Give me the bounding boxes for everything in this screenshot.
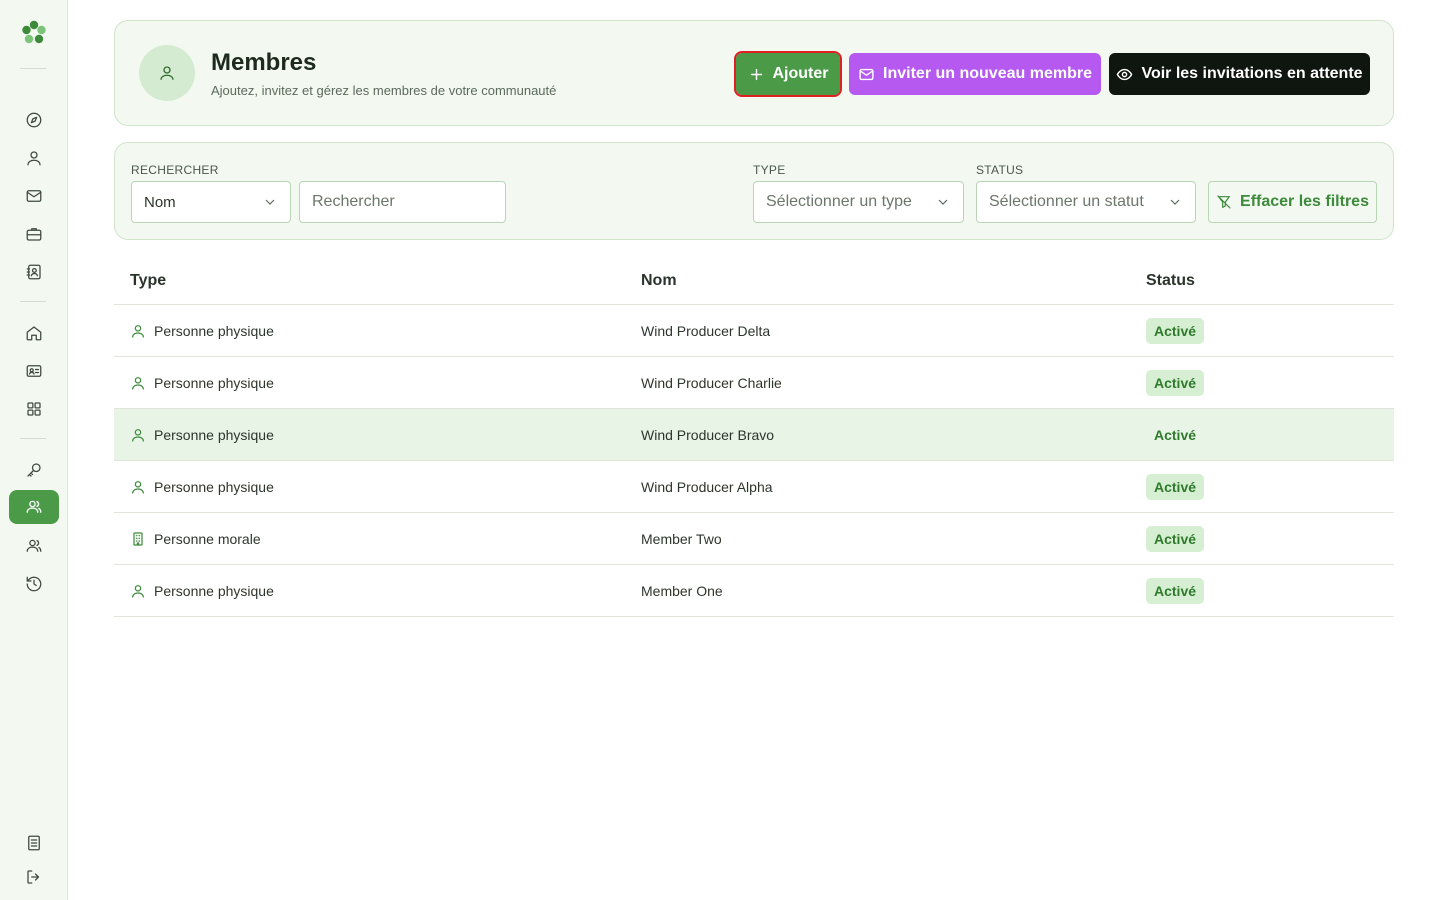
sidebar-item-members[interactable] <box>9 490 59 524</box>
type-label: TYPE <box>753 163 786 177</box>
cell-type: Personne physique <box>130 357 274 408</box>
cell-status: Activé <box>1146 357 1205 408</box>
type-select-placeholder: Sélectionner un type <box>766 193 912 210</box>
cell-name: Wind Producer Bravo <box>641 426 775 443</box>
table-row[interactable]: Personne physique Wind Producer Alpha Ac… <box>114 461 1394 513</box>
status-badge: Activé <box>1154 426 1197 443</box>
search-input[interactable]: Rechercher <box>299 181 506 223</box>
eye-icon <box>1117 68 1133 80</box>
mail-icon[interactable] <box>23 185 45 207</box>
type-text: Personne physique <box>154 426 274 443</box>
table-row[interactable]: Personne physique Wind Producer Charlie … <box>114 357 1394 409</box>
cell-name: Member Two <box>641 530 722 547</box>
history-icon[interactable] <box>23 573 45 595</box>
chevron-down-icon <box>1170 199 1180 205</box>
type-text: Personne physique <box>154 582 274 599</box>
invite-member-label: Inviter un nouveau membre <box>883 65 1092 82</box>
cell-name: Member One <box>641 582 723 599</box>
page-title: Membres <box>211 49 317 76</box>
home-icon[interactable] <box>23 322 45 344</box>
add-button-label: Ajouter <box>772 65 829 82</box>
cell-status: Activé <box>1146 513 1205 564</box>
cell-type: Personne physique <box>130 565 274 616</box>
status-badge: Activé <box>1146 317 1205 344</box>
search-field-value: Nom <box>144 193 176 211</box>
briefcase-icon[interactable] <box>23 223 45 245</box>
status-badge: Activé <box>1146 525 1205 552</box>
document-icon[interactable] <box>23 832 45 854</box>
view-pending-invitations-label: Voir les invitations en attente <box>1141 65 1363 82</box>
type-text: Personne morale <box>154 530 261 547</box>
search-field-select[interactable]: Nom <box>131 181 291 223</box>
plus-icon <box>750 68 762 80</box>
type-text: Personne physique <box>154 478 274 495</box>
invite-member-button[interactable]: Inviter un nouveau membre <box>849 53 1101 95</box>
sidebar <box>0 0 68 900</box>
cell-name: Wind Producer Charlie <box>641 374 782 391</box>
cell-status: Activé <box>1146 565 1205 616</box>
sidebar-divider <box>20 301 46 302</box>
user-icon <box>132 324 144 338</box>
sidebar-divider <box>20 68 46 69</box>
cell-type: Personne physique <box>130 305 274 356</box>
page-subtitle: Ajoutez, invitez et gérez les membres de… <box>211 83 557 98</box>
user-icon <box>132 376 144 390</box>
cell-status: Activé <box>1146 409 1204 460</box>
column-header-name[interactable]: Nom <box>641 272 677 290</box>
search-input-placeholder: Rechercher <box>312 193 395 210</box>
user-icon <box>160 66 174 80</box>
cell-type: Personne morale <box>130 513 261 564</box>
view-pending-invitations-button[interactable]: Voir les invitations en attente <box>1109 53 1370 95</box>
filter-clear-icon <box>1217 195 1231 209</box>
clear-filters-button[interactable]: Effacer les filtres <box>1208 181 1377 223</box>
table-row[interactable]: Personne morale Member Two Activé <box>114 513 1394 565</box>
type-select[interactable]: Sélectionner un type <box>753 181 964 223</box>
building-icon <box>133 531 143 546</box>
cell-name: Wind Producer Alpha <box>641 478 773 495</box>
user-icon <box>132 428 144 442</box>
table-row[interactable]: Personne physique Wind Producer Bravo Ac… <box>114 409 1394 461</box>
chevron-down-icon <box>265 199 275 205</box>
status-badge: Activé <box>1146 369 1205 396</box>
chevron-down-icon <box>938 199 948 205</box>
grid-icon[interactable] <box>23 398 45 420</box>
column-header-type[interactable]: Type <box>130 272 166 290</box>
status-badge: Activé <box>1146 473 1205 500</box>
table-row[interactable]: Personne physique Member One Activé <box>114 565 1394 617</box>
cell-type: Personne physique <box>130 409 274 460</box>
cell-status: Activé <box>1146 461 1205 512</box>
user-icon <box>132 584 144 598</box>
avatar <box>139 45 195 101</box>
cell-status: Activé <box>1146 305 1205 356</box>
column-header-status[interactable]: Status <box>1146 272 1195 290</box>
status-select-placeholder: Sélectionner un statut <box>989 193 1144 210</box>
status-select[interactable]: Sélectionner un statut <box>976 181 1196 223</box>
status-badge: Activé <box>1146 577 1205 604</box>
user-icon[interactable] <box>23 147 45 169</box>
add-button[interactable]: Ajouter <box>734 51 842 97</box>
table-row[interactable]: Personne physique Wind Producer Delta Ac… <box>114 305 1394 357</box>
members-table: Type Nom Status Personne physique Wind P… <box>114 256 1394 617</box>
contact-book-icon[interactable] <box>23 261 45 283</box>
cell-type: Personne physique <box>130 461 274 512</box>
clear-filters-label: Effacer les filtres <box>1240 193 1369 210</box>
type-text: Personne physique <box>154 374 274 391</box>
id-card-icon[interactable] <box>23 360 45 382</box>
key-icon[interactable] <box>23 459 45 481</box>
status-label: STATUS <box>976 163 1024 177</box>
logout-icon[interactable] <box>23 866 45 888</box>
sidebar-divider <box>20 438 46 439</box>
compass-icon[interactable] <box>23 109 45 131</box>
user-icon <box>132 480 144 494</box>
app-logo[interactable] <box>20 19 48 47</box>
mail-icon <box>859 68 874 80</box>
type-text: Personne physique <box>154 322 274 339</box>
search-label: RECHERCHER <box>131 163 219 177</box>
filter-panel: RECHERCHER Nom Rechercher TYPE Sélection… <box>114 142 1394 240</box>
page-header: Membres Ajoutez, invitez et gérez les me… <box>114 20 1394 126</box>
table-header: Type Nom Status <box>114 256 1394 305</box>
users-icon[interactable] <box>23 535 45 557</box>
members-icon <box>26 500 42 513</box>
cell-name: Wind Producer Delta <box>641 322 771 339</box>
